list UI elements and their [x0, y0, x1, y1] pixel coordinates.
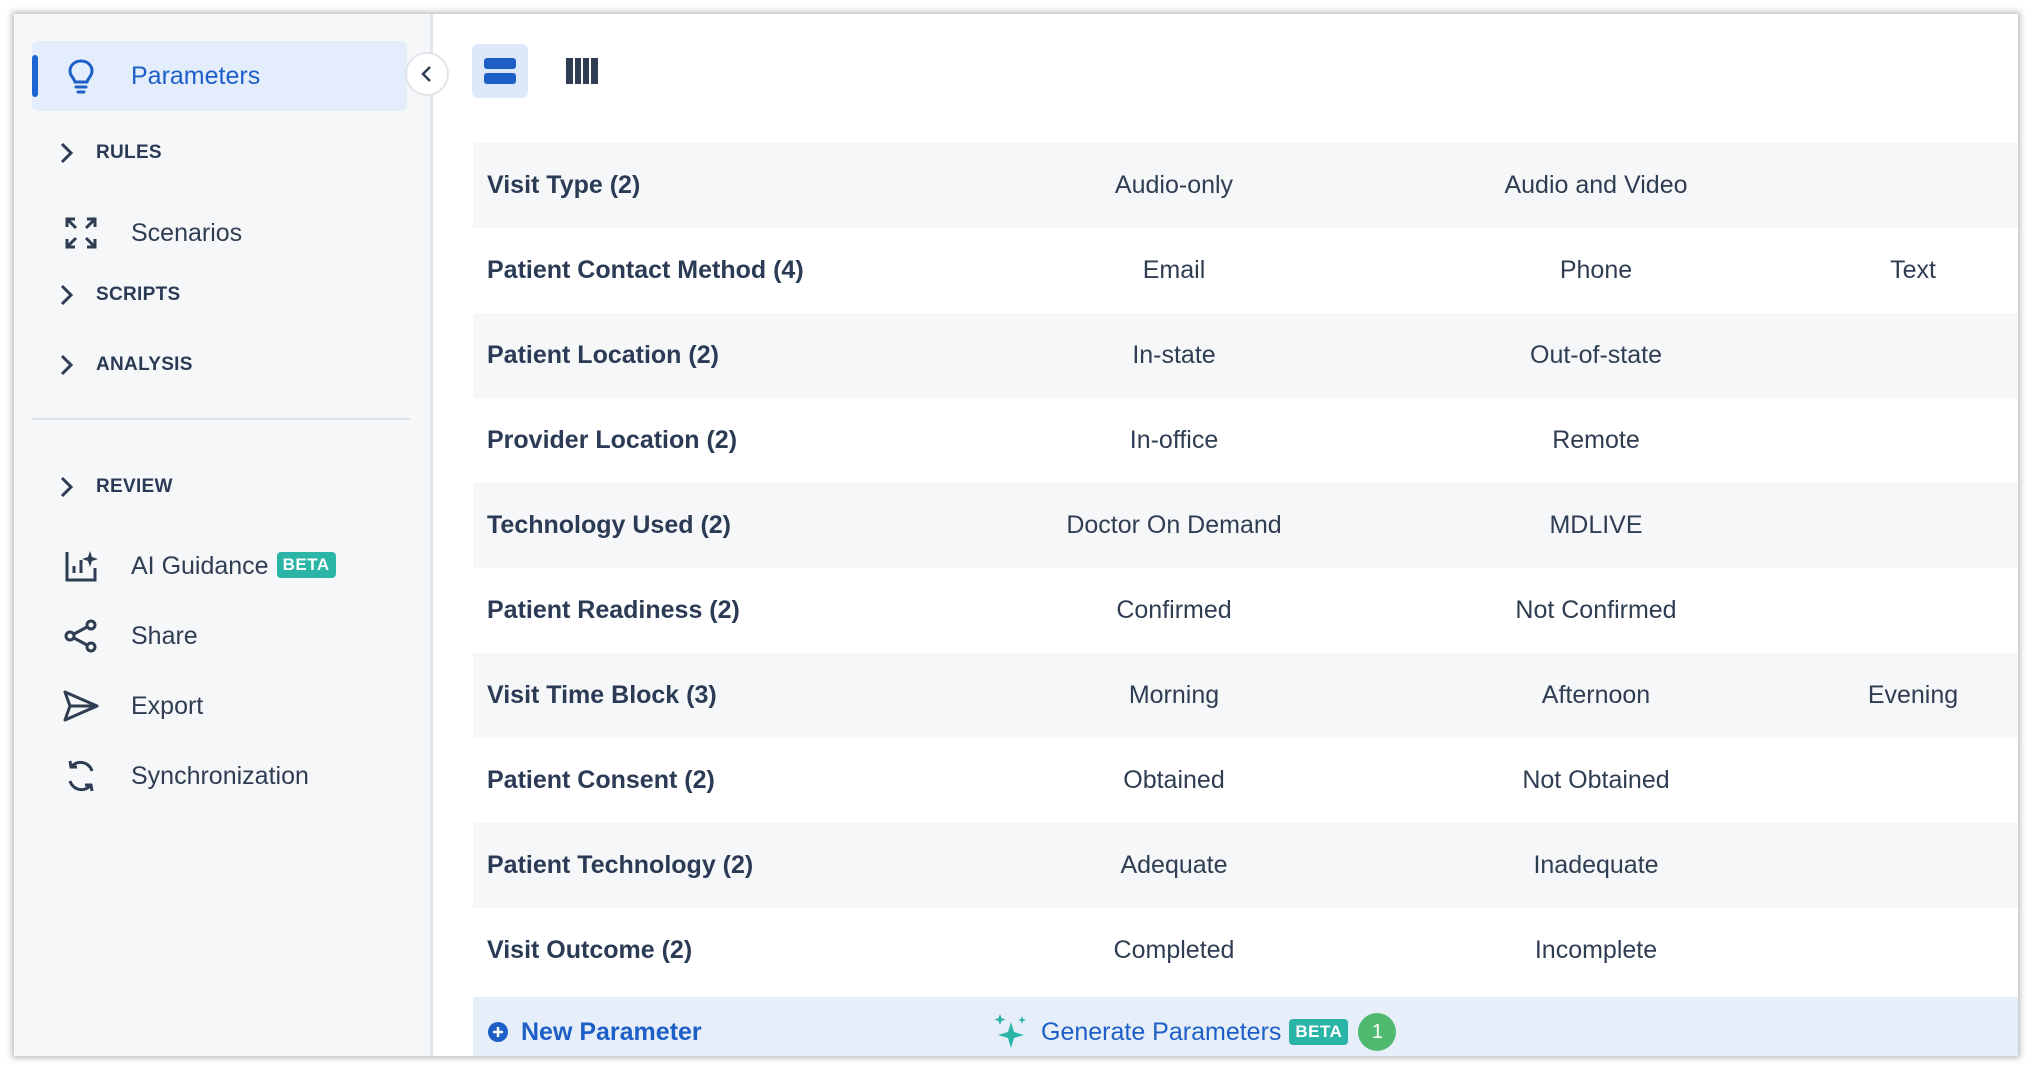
parameter-value[interactable]: Audio-only — [1024, 143, 1324, 228]
section-label: SCRIPTS — [96, 284, 181, 305]
parameter-value[interactable]: Adequate — [1024, 823, 1324, 908]
parameter-row[interactable]: Visit Type (2) Audio-only Audio and Video — [473, 143, 2018, 228]
section-label: REVIEW — [96, 476, 173, 497]
sidebar: Parameters RULES Scenarios SCRIPTS ANALY… — [14, 14, 433, 1056]
parameter-name: Patient Technology (2) — [487, 851, 754, 879]
sidebar-item-parameters[interactable]: Parameters — [32, 41, 407, 111]
parameter-value[interactable]: In-office — [1024, 398, 1324, 483]
generate-parameters-button[interactable]: Generate Parameters BETA 1 — [993, 997, 1397, 1056]
chevron-right-icon — [60, 354, 74, 376]
app-window: Parameters RULES Scenarios SCRIPTS ANALY… — [14, 14, 2018, 1056]
parameter-name: Patient Contact Method (4) — [487, 256, 804, 284]
sidebar-item-synchronization[interactable]: Synchronization — [32, 741, 407, 811]
share-icon — [62, 617, 100, 655]
parameter-value[interactable]: Incomplete — [1446, 908, 1746, 993]
parameter-name: Patient Consent (2) — [487, 766, 715, 794]
expand-icon — [62, 214, 100, 252]
section-label: ANALYSIS — [96, 354, 193, 375]
notification-count-badge: 1 — [1358, 1013, 1397, 1051]
sidebar-item-label: Parameters — [131, 61, 261, 90]
grid-view-button[interactable] — [554, 44, 610, 98]
sidebar-item-label: Synchronization — [131, 761, 309, 790]
active-indicator — [32, 55, 38, 97]
parameter-value[interactable]: Doctor On Demand — [1024, 483, 1324, 568]
parameter-value[interactable]: Not Confirmed — [1446, 568, 1746, 653]
parameter-row[interactable]: Visit Outcome (2) Completed Incomplete — [473, 908, 2018, 993]
parameter-row[interactable]: Patient Technology (2) Adequate Inadequate — [473, 823, 2018, 908]
list-view-icon — [484, 58, 516, 84]
section-rules[interactable]: RULES — [32, 131, 407, 175]
sync-icon — [62, 757, 100, 795]
parameter-value[interactable]: Remote — [1446, 398, 1746, 483]
parameter-name: Visit Type (2) — [487, 171, 641, 199]
sidebar-divider — [32, 418, 410, 420]
parameter-row[interactable]: Provider Location (2) In-office Remote — [473, 398, 2018, 483]
main-content: Visit Type (2) Audio-only Audio and Video P… — [433, 14, 2018, 1056]
plus-circle-icon — [488, 1022, 508, 1042]
new-parameter-button[interactable]: New Parameter — [487, 997, 702, 1056]
collapse-sidebar-button[interactable] — [405, 52, 449, 96]
sidebar-item-share[interactable]: Share — [32, 601, 407, 671]
list-view-button[interactable] — [472, 44, 528, 98]
parameter-value[interactable]: Not Obtained — [1446, 738, 1746, 823]
chevron-right-icon — [60, 284, 74, 306]
chevron-right-icon — [60, 476, 74, 498]
parameter-value[interactable]: Audio and Video — [1446, 143, 1746, 228]
parameter-row[interactable]: Patient Consent (2) Obtained Not Obtained — [473, 738, 2018, 823]
new-parameter-label: New Parameter — [521, 1017, 702, 1046]
sidebar-item-label: Export — [131, 691, 204, 720]
columns-view-icon — [566, 58, 598, 84]
parameter-row[interactable]: Visit Time Block (3) Morning Afternoon Even… — [473, 653, 2018, 738]
ai-chart-icon — [62, 547, 100, 585]
chevron-right-icon — [60, 142, 74, 164]
sidebar-item-export[interactable]: Export — [32, 671, 407, 741]
beta-badge: BETA — [276, 551, 336, 578]
sparkle-icon — [994, 1014, 1026, 1048]
parameter-value[interactable]: Afternoon — [1446, 653, 1746, 738]
parameter-value[interactable]: Inadequate — [1446, 823, 1746, 908]
parameter-value[interactable]: Completed — [1024, 908, 1324, 993]
parameter-name: Visit Outcome (2) — [487, 936, 693, 964]
parameters-footer: New Parameter Generate Parameters BETA 1 — [473, 997, 2018, 1056]
generate-parameters-label: Generate Parameters — [1041, 1017, 1282, 1046]
parameter-name: Technology Used (2) — [487, 511, 732, 539]
parameter-name: Patient Location (2) — [487, 341, 719, 369]
send-icon — [62, 687, 100, 725]
parameter-value[interactable]: Email — [1024, 228, 1324, 313]
sidebar-item-label: AI Guidance BETA — [131, 551, 336, 581]
parameter-name: Visit Time Block (3) — [487, 681, 717, 709]
parameter-value[interactable]: Text — [1763, 228, 2018, 313]
parameter-row[interactable]: Patient Contact Method (4) Email Phone Text — [473, 228, 2018, 313]
parameter-name: Patient Readiness (2) — [487, 596, 740, 624]
parameter-value[interactable]: Evening — [1763, 653, 2018, 738]
sidebar-item-ai-guidance[interactable]: AI Guidance BETA — [32, 531, 407, 601]
ai-guidance-text: AI Guidance — [131, 551, 269, 580]
parameter-row[interactable]: Patient Location (2) In-state Out-of-state — [473, 313, 2018, 398]
sidebar-item-label: Share — [131, 621, 198, 650]
section-analysis[interactable]: ANALYSIS — [32, 343, 407, 387]
parameter-value[interactable]: Morning — [1024, 653, 1324, 738]
beta-badge: BETA — [1289, 1019, 1349, 1045]
parameter-row[interactable]: Technology Used (2) Doctor On Demand MDLIV… — [473, 483, 2018, 568]
parameter-value[interactable]: Out-of-state — [1446, 313, 1746, 398]
parameters-table: Visit Type (2) Audio-only Audio and Video P… — [473, 143, 2018, 993]
sidebar-item-scenarios[interactable]: Scenarios — [32, 198, 407, 268]
sidebar-item-label: Scenarios — [131, 218, 243, 247]
chevron-left-icon — [421, 66, 431, 82]
parameter-value[interactable]: Phone — [1446, 228, 1746, 313]
section-review[interactable]: REVIEW — [32, 465, 407, 509]
lightbulb-icon — [62, 57, 100, 95]
parameter-name: Provider Location (2) — [487, 426, 738, 454]
parameter-value[interactable]: MDLIVE — [1446, 483, 1746, 568]
section-scripts[interactable]: SCRIPTS — [32, 273, 407, 317]
parameter-value[interactable]: Obtained — [1024, 738, 1324, 823]
parameter-row[interactable]: Patient Readiness (2) Confirmed Not Confir… — [473, 568, 2018, 653]
parameter-value[interactable]: Confirmed — [1024, 568, 1324, 653]
section-label: RULES — [96, 142, 162, 163]
parameter-value[interactable]: In-state — [1024, 313, 1324, 398]
